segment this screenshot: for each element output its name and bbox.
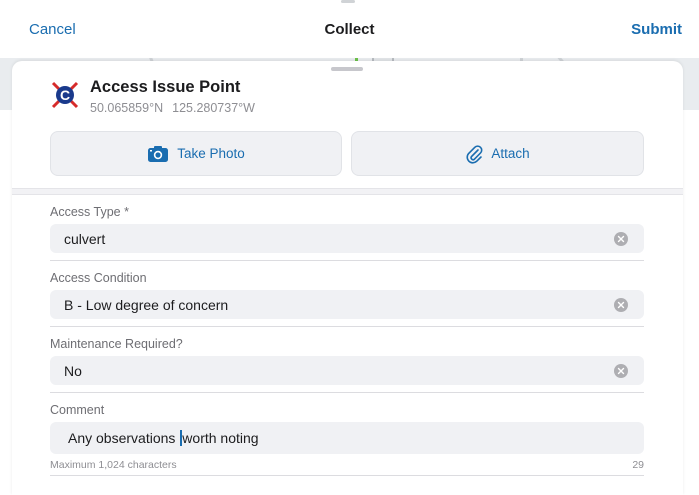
clear-icon[interactable] [614, 231, 628, 246]
feature-symbol-icon: C [51, 81, 79, 109]
access-condition-field[interactable]: B - Low degree of concern [50, 290, 644, 319]
field-separator [50, 392, 644, 393]
latitude-text: 50.065859°N [90, 101, 164, 115]
page-title: Collect [324, 21, 375, 38]
collect-screen: Cancel Collect Submit C Access Issue Poi… [0, 0, 699, 495]
attach-button[interactable]: Attach [351, 131, 644, 176]
comment-label: Comment [50, 403, 105, 417]
comment-text-before-cursor: Any observations [68, 430, 180, 446]
longitude-text: 125.280737°W [172, 101, 255, 115]
navigation-bar: Cancel Collect Submit [0, 0, 699, 58]
attach-label: Attach [491, 146, 530, 161]
access-condition-label: Access Condition [50, 271, 147, 285]
sheet-drag-handle[interactable] [331, 67, 363, 71]
field-separator [50, 475, 644, 476]
comment-input[interactable]: Any observations worth noting [50, 422, 644, 454]
clear-icon[interactable] [614, 297, 628, 312]
window-grabber[interactable] [341, 0, 355, 3]
field-separator [50, 260, 644, 261]
feature-coordinates: 50.065859°N 125.280737°W [90, 101, 255, 115]
maintenance-required-label: Maintenance Required? [50, 337, 183, 351]
character-limit-hint: Maximum 1,024 characters [50, 459, 177, 471]
field-separator [50, 326, 644, 327]
access-type-field[interactable]: culvert [50, 224, 644, 253]
access-type-label: Access Type * [50, 205, 129, 219]
take-photo-label: Take Photo [177, 146, 245, 161]
camera-icon [147, 145, 169, 163]
character-count: 29 [632, 459, 644, 471]
access-condition-value: B - Low degree of concern [64, 296, 229, 313]
take-photo-button[interactable]: Take Photo [50, 131, 342, 176]
paperclip-icon [465, 144, 483, 164]
comment-text-after-cursor: worth noting [182, 430, 259, 446]
maintenance-required-field[interactable]: No [50, 356, 644, 385]
maintenance-required-value: No [64, 362, 82, 379]
comment-text: Any observations worth noting [50, 430, 259, 446]
access-type-value: culvert [64, 230, 106, 247]
clear-icon[interactable] [614, 363, 628, 378]
feature-title: Access Issue Point [90, 78, 241, 96]
submit-button[interactable]: Submit [631, 21, 682, 38]
form-sheet: C Access Issue Point 50.065859°N 125.2807… [12, 61, 683, 495]
svg-text:C: C [60, 87, 70, 103]
section-divider [12, 188, 683, 195]
